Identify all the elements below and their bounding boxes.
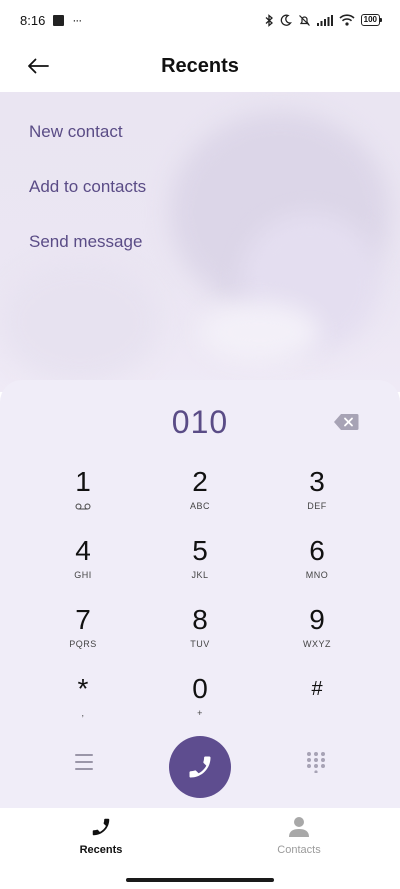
key-4[interactable]: 4 GHI — [33, 535, 133, 599]
send-message-item[interactable]: Send message — [29, 232, 142, 252]
key-digit: 9 — [309, 604, 325, 635]
tab-contacts[interactable]: Contacts — [239, 816, 359, 856]
bottom-nav: Recents Contacts — [0, 808, 400, 889]
key-letters: , — [81, 708, 85, 718]
key-letters: MNO — [305, 570, 329, 580]
key-letters: ABC — [189, 501, 210, 511]
header: Recents — [0, 40, 400, 92]
tab-label: Contacts — [277, 844, 321, 856]
status-time: 8:16 — [20, 12, 46, 28]
menu-line — [75, 768, 93, 770]
key-2[interactable]: 2 ABC — [150, 466, 250, 530]
moon-icon — [280, 14, 292, 26]
menu-area: New contact Add to contacts Send message — [0, 92, 400, 392]
bluetooth-icon — [265, 13, 273, 27]
key-digit: 6 — [309, 535, 325, 566]
key-0[interactable]: 0 + — [150, 673, 250, 737]
key-star[interactable]: * , — [33, 673, 133, 737]
key-3[interactable]: 3 DEF — [267, 466, 367, 530]
key-8[interactable]: 8 TUV — [150, 604, 250, 668]
battery-icon: 100 — [360, 14, 383, 26]
key-digit: 3 — [309, 466, 325, 497]
call-button[interactable] — [169, 736, 231, 798]
key-letters: GHI — [74, 570, 92, 580]
new-contact-item[interactable]: New contact — [29, 122, 123, 142]
menu-line — [75, 754, 93, 756]
tab-recents[interactable]: Recents — [41, 816, 161, 856]
key-digit: 8 — [192, 604, 208, 635]
tab-label: Recents — [79, 844, 123, 856]
key-hash[interactable]: # — [267, 673, 367, 737]
key-6[interactable]: 6 MNO — [267, 535, 367, 599]
key-digit: 1 — [75, 466, 91, 497]
phone-icon — [189, 756, 211, 778]
status-left: 8:16 ··· — [20, 12, 82, 28]
status-right: 100 — [265, 13, 383, 27]
key-letters: DEF — [307, 501, 327, 511]
backspace-icon — [334, 414, 359, 430]
wallpaper-shape — [200, 302, 320, 362]
signal-icon — [316, 14, 333, 26]
menu-line — [75, 761, 93, 763]
backspace-button[interactable] — [333, 413, 359, 431]
back-button[interactable] — [22, 52, 54, 80]
bell-off-icon — [298, 14, 310, 26]
key-digit: 2 — [192, 466, 208, 497]
key-digit: * — [77, 673, 89, 704]
wifi-icon — [339, 14, 355, 26]
key-9[interactable]: 9 WXYZ — [267, 604, 367, 668]
key-7[interactable]: 7 PQRS — [33, 604, 133, 668]
phone-icon — [92, 818, 110, 836]
key-letters: TUV — [190, 639, 210, 649]
key-letters: WXYZ — [303, 639, 331, 649]
key-letters: + — [197, 708, 203, 718]
key-digit: 5 — [192, 535, 208, 566]
key-letters: JKL — [191, 570, 209, 580]
wallpaper-shape — [0, 262, 160, 382]
square-notification-icon — [53, 14, 65, 26]
page-title: Recents — [161, 54, 239, 77]
key-5[interactable]: 5 JKL — [150, 535, 250, 599]
dialpad-grid-icon[interactable] — [305, 751, 327, 774]
key-digit: # — [311, 678, 323, 700]
key-digit: 0 — [192, 673, 208, 704]
dialpad: 010 1 2 ABC 3 DEF 4 GHI 5 JKL 6 MNO 7 PQ… — [0, 380, 400, 808]
status-bar: 8:16 ··· 100 — [0, 0, 400, 40]
person-icon — [289, 817, 309, 837]
voicemail-icon — [75, 500, 91, 512]
key-digit: 4 — [75, 535, 91, 566]
add-to-contacts-item[interactable]: Add to contacts — [29, 177, 146, 197]
home-indicator[interactable] — [126, 878, 274, 882]
key-letters: PQRS — [69, 639, 97, 649]
key-1[interactable]: 1 — [33, 466, 133, 530]
key-digit: 7 — [75, 604, 91, 635]
status-dots: ··· — [72, 13, 82, 27]
hamburger-menu-icon[interactable] — [70, 750, 98, 774]
back-arrow-icon — [28, 58, 49, 74]
